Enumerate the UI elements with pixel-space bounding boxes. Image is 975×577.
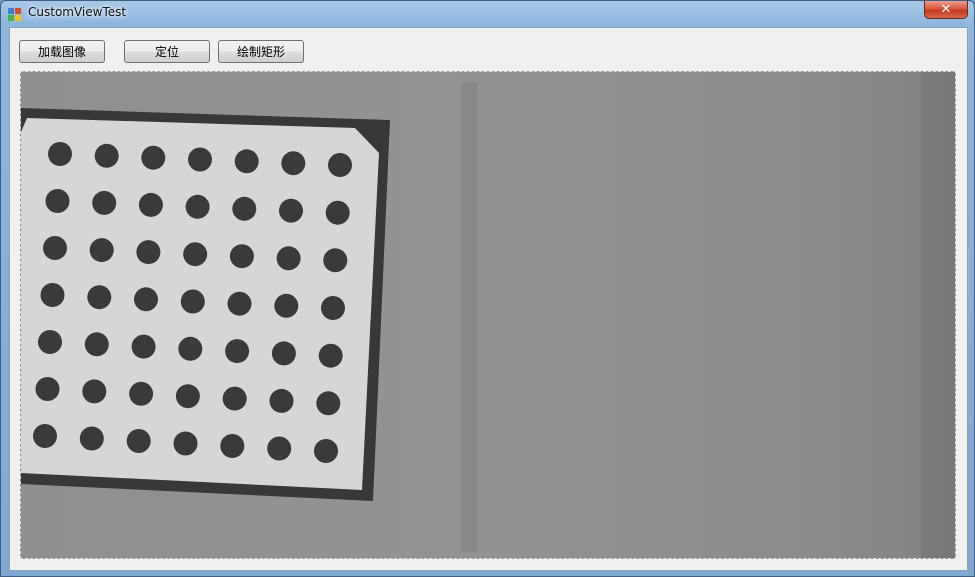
calibration-dot	[138, 192, 163, 217]
calibration-dot	[269, 388, 294, 413]
calibration-dot	[276, 246, 301, 271]
calibration-dot	[33, 424, 57, 448]
calibration-dot	[318, 343, 343, 368]
calibration-dot	[175, 384, 200, 409]
calibration-dot	[94, 143, 119, 168]
calibration-dot	[232, 196, 257, 221]
load-image-button[interactable]: 加载图像	[19, 40, 105, 63]
calibration-dot	[274, 293, 299, 318]
calibration-dot	[134, 287, 158, 312]
calibration-dot	[271, 341, 296, 366]
calibration-image	[21, 72, 955, 558]
calibration-dot	[92, 190, 117, 215]
calibration-dot	[220, 434, 245, 458]
calibration-dot	[48, 142, 72, 166]
calibration-dot	[328, 153, 352, 177]
calibration-dot	[279, 198, 303, 223]
calibration-dot	[234, 149, 259, 174]
calibration-dot	[40, 283, 65, 307]
client-area: 加载图像 定位 绘制矩形	[9, 27, 968, 571]
calibration-dot	[314, 439, 338, 463]
calibration-dot	[45, 189, 70, 213]
calibration-dot	[321, 296, 345, 320]
calibration-dot	[87, 285, 112, 310]
calibration-dot	[316, 391, 341, 416]
calibration-dot	[222, 386, 247, 411]
calibration-dot	[323, 248, 348, 273]
calibration-dot	[225, 339, 250, 364]
calibration-dot	[185, 194, 210, 219]
calibration-dot	[141, 145, 166, 170]
calibration-dot	[136, 240, 161, 265]
calibration-dot	[281, 151, 306, 176]
main-window: CustomViewTest ✕ 加载图像 定位 绘制矩形	[0, 0, 975, 577]
calibration-dot	[82, 379, 107, 404]
calibration-dot	[267, 436, 292, 461]
calibration-dot	[131, 334, 156, 359]
calibration-dot	[178, 336, 203, 361]
calibration-dot	[227, 291, 252, 316]
calibration-dot	[38, 330, 62, 354]
calibration-dot	[35, 377, 60, 401]
locate-button[interactable]: 定位	[124, 40, 210, 63]
image-view[interactable]	[20, 71, 956, 559]
calibration-dot	[43, 236, 67, 260]
title-bar[interactable]: CustomViewTest ✕	[1, 1, 974, 26]
calibration-dot	[188, 147, 212, 172]
calibration-dot	[180, 289, 205, 314]
calibration-dot	[84, 332, 109, 357]
window-title: CustomViewTest	[28, 5, 127, 19]
calibration-dot	[126, 429, 151, 453]
close-button[interactable]: ✕	[924, 1, 968, 19]
calibration-dot	[79, 426, 104, 451]
calibration-dot	[325, 200, 350, 225]
draw-rectangle-button[interactable]: 绘制矩形	[218, 40, 304, 63]
calibration-dot	[129, 381, 154, 406]
app-icon	[8, 8, 21, 21]
calibration-dot	[173, 431, 198, 456]
calibration-dot	[229, 244, 254, 269]
calibration-dot	[183, 242, 208, 267]
close-icon: ✕	[940, 2, 952, 17]
calibration-dot	[89, 238, 114, 263]
